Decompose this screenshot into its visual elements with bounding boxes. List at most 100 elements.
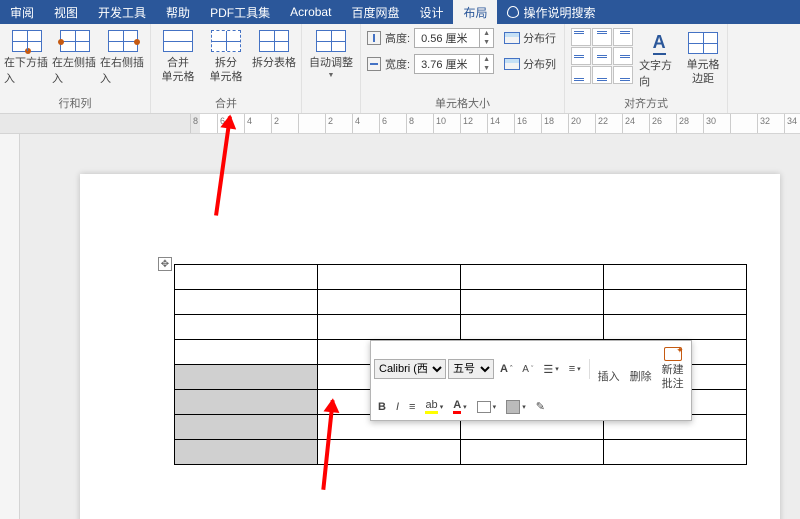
mini-bullets[interactable]: ☰▾: [539, 360, 562, 379]
align-mc[interactable]: [592, 47, 612, 65]
shading-icon: [477, 401, 491, 413]
tab-review[interactable]: 审阅: [0, 0, 44, 24]
height-down-icon[interactable]: ▼: [480, 38, 493, 47]
insert-left-label: 在左侧插入: [52, 54, 98, 86]
tab-devtools[interactable]: 开发工具: [88, 0, 156, 24]
mini-font-color[interactable]: A▾: [449, 396, 470, 417]
mini-size-select[interactable]: 五号: [448, 359, 494, 379]
mini-bold[interactable]: B: [374, 398, 390, 416]
insert-right-icon: [108, 30, 138, 52]
align-tr[interactable]: [613, 28, 633, 46]
merge-group-label: 合并: [155, 95, 297, 113]
tab-baidu[interactable]: 百度网盘: [341, 0, 409, 24]
align-icon: ≡: [409, 401, 415, 413]
dist-cols-label: 分布列: [523, 56, 556, 72]
align-tl[interactable]: [571, 28, 591, 46]
mini-grow-font[interactable]: Aˆ: [496, 360, 516, 378]
autofit-label: 自动调整: [309, 54, 353, 70]
mini-highlight[interactable]: ab▾: [421, 396, 447, 417]
width-value: 3.76 厘米: [415, 56, 479, 72]
width-label: 宽度:: [385, 56, 410, 72]
tab-help[interactable]: 帮助: [156, 0, 200, 24]
align-bc[interactable]: [592, 66, 612, 84]
autofit-dropdown-icon: ▼: [328, 72, 335, 79]
mini-align[interactable]: ≡: [405, 398, 419, 416]
mini-delete-label: 删除: [630, 368, 652, 384]
height-icon: [367, 31, 381, 45]
insert-below-label: 在下方插入: [4, 54, 50, 86]
bullets-icon: ☰: [543, 363, 553, 376]
insert-left-button[interactable]: 在左侧插入: [52, 26, 98, 86]
merge-cells-button[interactable]: 合并 单元格: [155, 26, 201, 84]
mini-italic[interactable]: I: [392, 398, 403, 416]
group-merge: 合并 单元格 拆分 单元格 拆分表格 合并: [151, 24, 302, 113]
dist-rows-label: 分布行: [523, 30, 556, 46]
height-label: 高度:: [385, 30, 410, 46]
tab-tellme[interactable]: 操作说明搜索: [497, 0, 605, 24]
width-spinner[interactable]: 3.76 厘米 ▲▼: [414, 54, 494, 74]
align-ml[interactable]: [571, 47, 591, 65]
insert-left-icon: [60, 30, 90, 52]
autofit-button[interactable]: 自动调整 ▼: [306, 26, 356, 79]
group-cell-size: 高度: 0.56 厘米 ▲▼ 分布行 宽度: 3.76 厘米: [361, 24, 565, 113]
dist-cols-icon: [504, 58, 520, 70]
group-rows-cols: 在下方插入 在左侧插入 在右侧插入 行和列: [0, 24, 151, 113]
horizontal-ruler[interactable]: 8642246810121416182022242628303234: [0, 114, 800, 134]
group-autofit: 自动调整 ▼: [302, 24, 361, 113]
cell-margin-label2: 边距: [692, 70, 714, 86]
mini-format-painter[interactable]: ✎: [532, 397, 549, 416]
insert-right-button[interactable]: 在右侧插入: [100, 26, 146, 86]
table-move-handle[interactable]: ✥: [158, 257, 172, 271]
insert-below-button[interactable]: 在下方插入: [4, 26, 50, 86]
width-down-icon[interactable]: ▼: [480, 64, 493, 73]
mini-borders[interactable]: ▾: [502, 397, 530, 417]
align-bl[interactable]: [571, 66, 591, 84]
cell-margin-button[interactable]: 单元格 边距: [685, 28, 721, 86]
tab-design[interactable]: 设计: [409, 0, 453, 24]
group-alignment: A 文字方向 单元格 边距 对齐方式: [565, 24, 728, 113]
mini-insert-button[interactable]: 插入: [594, 351, 624, 387]
rows-cols-group-label: 行和列: [4, 95, 146, 113]
align-tc[interactable]: [592, 28, 612, 46]
numbering-icon: ≡: [569, 363, 575, 375]
merge-cells-label2: 单元格: [162, 68, 195, 84]
width-up-icon[interactable]: ▲: [480, 55, 493, 64]
tab-acrobat[interactable]: Acrobat: [280, 0, 341, 24]
height-value: 0.56 厘米: [415, 30, 479, 46]
align-br[interactable]: [613, 66, 633, 84]
mini-insert-icon: [600, 354, 618, 368]
text-direction-button[interactable]: A 文字方向: [639, 28, 679, 89]
align-mr[interactable]: [613, 47, 633, 65]
mini-insert-label: 插入: [598, 368, 620, 384]
mini-delete-button[interactable]: 删除: [626, 351, 656, 387]
split-cells-button[interactable]: 拆分 单元格: [203, 26, 249, 84]
height-spinner[interactable]: 0.56 厘米 ▲▼: [414, 28, 494, 48]
mini-shading[interactable]: ▾: [473, 398, 501, 416]
vertical-ruler[interactable]: [0, 134, 20, 519]
workspace: ✥: [0, 134, 800, 519]
mini-new-comment-button[interactable]: ✦ 新建 批注: [658, 344, 688, 394]
autofit-group-label: [306, 99, 356, 113]
mini-numbering[interactable]: ≡▾: [565, 360, 585, 378]
dist-rows-icon: [504, 32, 520, 44]
dist-rows-button[interactable]: 分布行: [502, 28, 558, 48]
tab-view[interactable]: 视图: [44, 0, 88, 24]
width-icon: [367, 57, 381, 71]
text-direction-icon: A: [653, 32, 666, 55]
merge-cells-icon: [163, 30, 193, 52]
insert-right-label: 在右侧插入: [100, 54, 146, 86]
mini-delete-icon: [632, 354, 650, 368]
height-up-icon[interactable]: ▲: [480, 29, 493, 38]
mini-font-select[interactable]: Calibri (西: [374, 359, 446, 379]
tab-pdftools[interactable]: PDF工具集: [200, 0, 280, 24]
comment-icon: ✦: [664, 347, 682, 361]
tab-layout[interactable]: 布局: [453, 0, 497, 24]
split-table-button[interactable]: 拆分表格: [251, 26, 297, 84]
borders-icon: [506, 400, 520, 414]
insert-below-icon: [12, 30, 42, 52]
mini-shrink-font[interactable]: Aˇ: [518, 361, 537, 378]
ribbon-tabs: 审阅 视图 开发工具 帮助 PDF工具集 Acrobat 百度网盘 设计 布局 …: [0, 0, 800, 24]
format-painter-icon: ✎: [536, 400, 545, 413]
dist-cols-button[interactable]: 分布列: [502, 54, 558, 74]
split-cells-icon: [211, 30, 241, 52]
